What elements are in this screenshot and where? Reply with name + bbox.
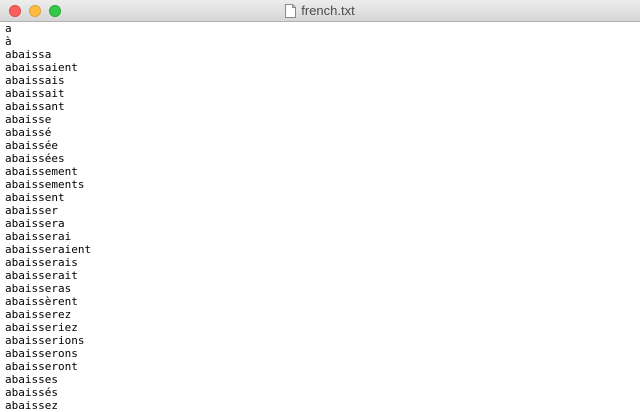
zoom-window-button[interactable] bbox=[49, 5, 61, 17]
text-line[interactable]: abaissent bbox=[5, 191, 640, 204]
text-line[interactable]: abaissèrent bbox=[5, 295, 640, 308]
text-editor-window: french.txt a à abaissa abaissaient abaissais… bbox=[0, 0, 640, 412]
text-line[interactable]: abaisserez bbox=[5, 308, 640, 321]
text-line[interactable]: abaissant bbox=[5, 100, 640, 113]
text-line[interactable]: abaisseront bbox=[5, 360, 640, 373]
text-line[interactable]: abaisser bbox=[5, 204, 640, 217]
text-line[interactable]: à bbox=[5, 35, 640, 48]
minimize-window-button[interactable] bbox=[29, 5, 41, 17]
text-line[interactable]: abaisseras bbox=[5, 282, 640, 295]
text-line[interactable]: abaissera bbox=[5, 217, 640, 230]
text-line[interactable]: abaissez bbox=[5, 399, 640, 412]
text-line[interactable]: abaissaient bbox=[5, 61, 640, 74]
text-line[interactable]: abaissé bbox=[5, 126, 640, 139]
text-line[interactable]: abaissée bbox=[5, 139, 640, 152]
text-line[interactable]: abaissements bbox=[5, 178, 640, 191]
text-line[interactable]: abaissa bbox=[5, 48, 640, 61]
text-line[interactable]: abaisserait bbox=[5, 269, 640, 282]
text-line[interactable]: abaissement bbox=[5, 165, 640, 178]
window-title: french.txt bbox=[301, 3, 355, 18]
close-window-button[interactable] bbox=[9, 5, 21, 17]
text-line[interactable]: abaisserais bbox=[5, 256, 640, 269]
text-line[interactable]: abaisseriez bbox=[5, 321, 640, 334]
text-line[interactable]: abaisseraient bbox=[5, 243, 640, 256]
text-line[interactable]: abaisse bbox=[5, 113, 640, 126]
text-document-icon bbox=[285, 4, 297, 18]
text-line[interactable]: a bbox=[5, 22, 640, 35]
text-line[interactable]: abaisserions bbox=[5, 334, 640, 347]
text-editor-content[interactable]: a à abaissa abaissaient abaissais abaissait ab… bbox=[0, 22, 640, 412]
text-line[interactable]: abaissés bbox=[5, 386, 640, 399]
text-line[interactable]: abaissées bbox=[5, 152, 640, 165]
text-line[interactable]: abaissait bbox=[5, 87, 640, 100]
text-line[interactable]: abaisserons bbox=[5, 347, 640, 360]
window-title-group: french.txt bbox=[0, 0, 640, 22]
text-line[interactable]: abaisses bbox=[5, 373, 640, 386]
title-bar[interactable]: french.txt bbox=[0, 0, 640, 22]
text-line[interactable]: abaissais bbox=[5, 74, 640, 87]
text-line[interactable]: abaisserai bbox=[5, 230, 640, 243]
